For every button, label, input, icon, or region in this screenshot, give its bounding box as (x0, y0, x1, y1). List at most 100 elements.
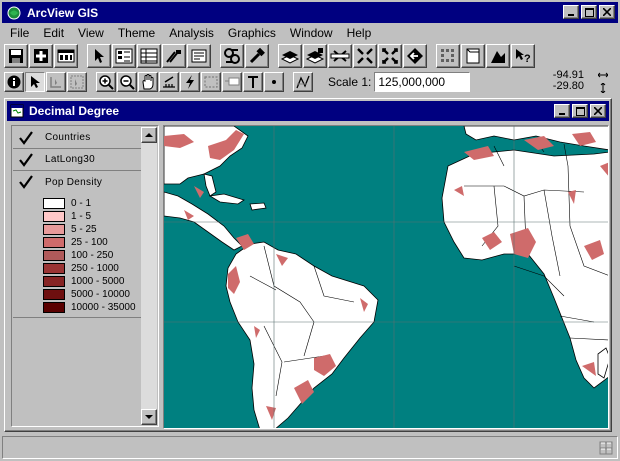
draw-point-tool[interactable] (264, 72, 284, 92)
open-theme-table-icon (140, 48, 158, 64)
layer-countries[interactable]: Countries (13, 127, 141, 149)
arcview-logo-icon (7, 6, 21, 19)
view-maximize-button[interactable] (572, 104, 588, 118)
view-close-button[interactable] (590, 104, 606, 118)
resize-grip-icon[interactable] (599, 441, 613, 455)
zoom-selected-button[interactable] (328, 44, 352, 68)
checkmark-icon[interactable] (19, 130, 33, 145)
vertex-edit-icon (50, 77, 61, 88)
legend-swatch (43, 263, 65, 274)
zoom-in-tool[interactable] (96, 72, 116, 92)
legend-item: 0 - 1 (43, 197, 91, 210)
arrow-up-icon (145, 133, 153, 137)
chart-button[interactable] (486, 44, 510, 68)
view-minimize-button[interactable] (554, 104, 570, 118)
legend-item: 1 - 5 (43, 210, 91, 223)
theme-properties-button[interactable] (54, 44, 78, 68)
clear-selected-button[interactable] (461, 44, 485, 68)
minimize-icon (568, 14, 574, 16)
pointer-icon (31, 76, 40, 88)
area-of-interest-tool[interactable] (201, 72, 221, 92)
zoom-full-extent-button[interactable] (278, 44, 302, 68)
zoom-to-full-extent-icon (280, 51, 300, 64)
add-theme-button[interactable] (29, 44, 53, 68)
measure-tool[interactable] (159, 72, 179, 92)
map-canvas[interactable] (164, 126, 609, 429)
close-icon (603, 8, 611, 16)
label-tool[interactable] (222, 72, 242, 92)
zoom-active-themes-button[interactable] (303, 44, 327, 68)
legend-item: 5000 - 10000 (43, 288, 130, 301)
pointer-select-button[interactable] (87, 44, 111, 68)
legend-label: 100 - 250 (71, 250, 114, 261)
zoom-out-tool[interactable] (117, 72, 137, 92)
layer-latlong30[interactable]: LatLong30 (13, 149, 141, 171)
scroll-down-button[interactable] (141, 409, 157, 425)
locate-address-icon (191, 49, 207, 63)
vertex-edit-tool[interactable] (46, 72, 66, 92)
zoom-to-active-themes-icon (305, 48, 325, 64)
menu-graphics[interactable]: Graphics (220, 26, 282, 40)
select-features-button[interactable] (436, 44, 460, 68)
select-feature-tool-icon (70, 75, 84, 89)
find-button[interactable] (162, 44, 186, 68)
legend-swatch (43, 211, 65, 222)
zoom-to-selected-icon (330, 50, 350, 62)
layer-pop-density[interactable]: Pop Density (13, 171, 141, 193)
menu-help[interactable]: Help (339, 26, 378, 40)
legend-label: 25 - 100 (71, 237, 108, 248)
legend-swatch (43, 250, 65, 261)
menu-view[interactable]: View (70, 26, 110, 40)
menu-bar: File Edit View Theme Analysis Graphics W… (2, 24, 618, 42)
clear-selected-icon (466, 48, 480, 64)
scale-input[interactable]: 125,000,000 (374, 72, 471, 92)
menu-edit[interactable]: Edit (35, 26, 70, 40)
hammer-tool-button[interactable] (245, 44, 269, 68)
zoom-in-fixed-button[interactable] (353, 44, 377, 68)
checkmark-icon[interactable] (19, 152, 33, 167)
menu-analysis[interactable]: Analysis (161, 26, 220, 40)
view-window: Decimal Degree Countries LatLong30 Pop D… (4, 98, 612, 432)
text-tool[interactable] (243, 72, 263, 92)
toc-scrollbar[interactable] (141, 127, 157, 425)
zoom-out-fixed-button[interactable] (378, 44, 402, 68)
menu-file[interactable]: File (2, 26, 35, 40)
legend-label: 250 - 1000 (71, 263, 119, 274)
query-builder-button[interactable] (220, 44, 244, 68)
edit-legend-icon (115, 48, 133, 64)
close-button[interactable] (599, 5, 615, 19)
hotlink-tool[interactable] (180, 72, 200, 92)
label-icon (225, 77, 240, 86)
legend-swatch (43, 289, 65, 300)
menu-window[interactable]: Window (282, 26, 339, 40)
checkmark-icon[interactable] (19, 175, 33, 189)
select-feature-tool[interactable] (67, 72, 87, 92)
save-button[interactable] (4, 44, 28, 68)
map-display[interactable] (163, 125, 609, 429)
minimize-button[interactable] (563, 5, 579, 19)
select-features-icon (441, 49, 454, 62)
locate-address-button[interactable] (187, 44, 211, 68)
pointer-tool[interactable] (25, 72, 45, 92)
view-title-bar[interactable]: Decimal Degree (7, 101, 609, 121)
open-theme-table-button[interactable] (137, 44, 161, 68)
chart-icon (491, 51, 505, 63)
legend-item: 25 - 100 (43, 236, 108, 249)
scroll-up-button[interactable] (141, 127, 157, 143)
legend-label: 1 - 5 (71, 211, 92, 222)
menu-theme[interactable]: Theme (110, 26, 161, 40)
zoom-previous-button[interactable] (403, 44, 427, 68)
pan-tool[interactable] (138, 72, 158, 92)
snap-tool[interactable] (293, 72, 313, 92)
help-button[interactable]: ? (511, 44, 535, 68)
hispaniola (249, 202, 267, 211)
maximize-button[interactable] (581, 5, 597, 19)
zoom-in-icon (99, 75, 114, 90)
app-title-bar: ArcView GIS (2, 2, 618, 23)
app-title: ArcView GIS (27, 5, 99, 20)
coord-arrows (597, 70, 609, 96)
edit-legend-button[interactable] (112, 44, 136, 68)
find-icon (166, 50, 181, 63)
save-icon (9, 49, 23, 63)
identify-tool[interactable] (4, 72, 24, 92)
